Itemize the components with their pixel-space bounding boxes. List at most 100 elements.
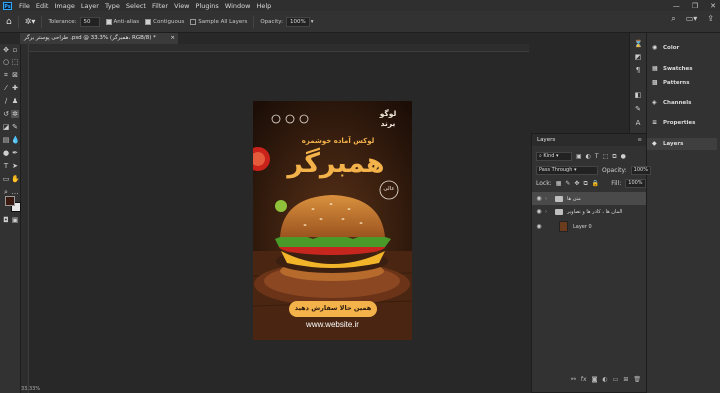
menu-plugins[interactable]: Plugins [193,2,222,10]
eye-icon[interactable]: ◉ [535,208,543,215]
brush-settings-panel-icon[interactable]: ✎ [634,105,642,113]
filter-smart-object-icon[interactable]: ⧉ [612,153,616,161]
eyedropper-tool-icon[interactable]: ⁄ [2,84,10,92]
properties-panel-tab[interactable]: ≡ Properties [652,118,695,127]
menu-file[interactable]: File [16,2,33,10]
pen-tool-icon[interactable]: ✒ [11,149,19,157]
history-panel-icon[interactable]: ⌛ [634,40,643,48]
search-icon[interactable]: ⌕ [671,14,675,24]
crop-tool-icon[interactable]: ⌗ [2,71,10,79]
chevron-right-icon[interactable]: › [545,209,547,215]
dodge-tool-icon[interactable]: ● [2,149,10,157]
new-group-icon[interactable]: ▭ [613,376,619,383]
frame-tool-icon[interactable]: ⊠ [11,71,19,79]
foreground-color-swatch[interactable] [5,196,15,206]
maximize-button[interactable]: ❐ [692,2,698,10]
type-tool-icon[interactable]: T [2,162,10,170]
layer-row[interactable]: ◉ › المان ها ، کادر ها و تصاویر [532,205,646,218]
workspace-icon[interactable]: ▭▾ [686,14,698,24]
anti-alias-checkbox[interactable]: Anti-alias [105,18,139,25]
contiguous-checkbox[interactable]: Contiguous [145,18,184,25]
menu-filter[interactable]: Filter [149,2,171,10]
more-tools-icon[interactable]: … [11,188,19,196]
gradient-tool-icon[interactable]: ▤ [2,136,10,144]
color-panel-tab[interactable]: ◉ Color [652,43,679,52]
marquee-tool-icon[interactable]: ⬚ [11,58,19,66]
filter-type-icon[interactable]: T [595,153,599,160]
eye-icon[interactable]: ◉ [535,195,543,202]
adjustment-layer-icon[interactable]: ◐ [602,376,607,383]
patterns-panel-tab[interactable]: ▩ Patterns [652,78,690,87]
layer-opacity-input[interactable]: 100% [630,166,651,175]
lock-artboard-icon[interactable]: ⧉ [583,180,587,188]
eye-icon[interactable]: ◉ [535,223,543,230]
add-mask-icon[interactable]: ◙ [592,376,598,383]
quick-mask-icon[interactable]: ◘ [2,216,10,224]
chevron-down-icon[interactable]: ▾ [311,19,314,25]
artboard-tool-icon[interactable]: ▫ [11,46,19,54]
layer-row[interactable]: ◉ Layer 0 [532,220,646,233]
tolerance-input[interactable]: 50 [79,16,100,27]
menu-edit[interactable]: Edit [33,2,52,10]
menu-image[interactable]: Image [51,2,77,10]
spot-healing-tool-icon[interactable]: ✚ [11,84,19,92]
sample-all-layers-checkbox[interactable]: Sample All Layers [190,18,247,25]
character-panel-icon[interactable]: A [634,119,642,127]
lock-all-icon[interactable]: 🔒 [592,180,599,187]
layer-row[interactable]: ◉ › متن ها [532,192,646,205]
layers-panel-tab[interactable]: ◆ Layers [652,139,683,148]
fill-input[interactable]: 100% [625,179,646,188]
lock-transparent-icon[interactable]: ▦ [556,180,562,187]
filter-pixel-icon[interactable]: ▣ [576,153,582,160]
screen-mode-icon[interactable]: ▣ [11,216,19,224]
filter-toggle-icon[interactable]: ● [621,153,626,160]
menu-layer[interactable]: Layer [78,2,102,10]
panel-menu-icon[interactable]: ≡ [637,137,642,143]
zoom-level[interactable]: 33.33% [21,386,40,392]
zoom-tool-icon[interactable]: ⌕ [2,188,10,196]
move-tool-icon[interactable]: ✥ [2,46,10,54]
magic-wand-tool-icon[interactable]: ✲ [11,110,19,118]
blur-tool-icon[interactable]: 💧 [11,136,20,144]
comments-panel-icon[interactable]: ◩ [634,53,642,61]
blend-mode-select[interactable]: Pass Through ▾ [536,166,598,175]
chevron-right-icon[interactable]: › [545,196,547,202]
lock-image-icon[interactable]: ✎ [565,180,570,187]
filter-adjustment-icon[interactable]: ◐ [586,153,591,160]
home-icon[interactable]: ⌂ [6,17,12,27]
lasso-tool-icon[interactable]: ○ [2,58,10,66]
menu-window[interactable]: Window [222,2,254,10]
clone-stamp-tool-icon[interactable]: ♟ [11,97,19,105]
lock-position-icon[interactable]: ✥ [574,180,579,187]
document-canvas[interactable]: لوگو برند لوکس آماده خوشمزه همبرگر عالی … [253,101,412,340]
menu-view[interactable]: View [171,2,192,10]
layers-panel-header: Layers ≡ [532,134,646,146]
adjustments-panel-icon[interactable]: ◧ [634,91,642,99]
history-brush-tool-icon[interactable]: ↺ [2,110,10,118]
minimize-button[interactable]: — [673,2,680,10]
close-tab-button[interactable]: × [170,33,175,44]
new-layer-icon[interactable]: ⊞ [623,376,628,383]
path-selection-tool-icon[interactable]: ➤ [11,162,19,170]
link-layers-icon[interactable]: ⚯ [571,376,576,383]
document-tab[interactable]: طراحی پوستر برگر .psd @ 33.3% (همبرگر، R… [20,33,178,44]
menu-help[interactable]: Help [253,2,274,10]
magic-wand-tool-preset-icon[interactable]: ✲▾ [25,17,36,26]
opacity-input[interactable]: 100% [285,16,310,27]
menu-type[interactable]: Type [102,2,123,10]
eraser-tool-icon[interactable]: ◪ [2,123,10,131]
paragraph-panel-icon[interactable]: ¶ [634,66,642,74]
quick-selection-tool-icon[interactable]: ✎ [11,123,19,131]
filter-kind-select[interactable]: ⌕ Kind ▾ [536,152,572,161]
layer-style-icon[interactable]: fx [581,376,587,383]
channels-panel-tab[interactable]: ◈ Channels [652,98,691,107]
share-icon[interactable]: ⇪ [707,14,714,24]
rectangle-tool-icon[interactable]: ▭ [2,175,10,183]
delete-layer-icon[interactable]: 🗑 [633,376,641,383]
filter-shape-icon[interactable]: ⬚ [603,153,609,160]
hand-tool-icon[interactable]: ✋ [11,175,20,183]
brush-tool-icon[interactable]: ∕ [2,97,10,105]
close-window-button[interactable]: ✕ [710,2,716,10]
menu-select[interactable]: Select [123,2,149,10]
swatches-panel-tab[interactable]: ▦ Swatches [652,64,693,73]
